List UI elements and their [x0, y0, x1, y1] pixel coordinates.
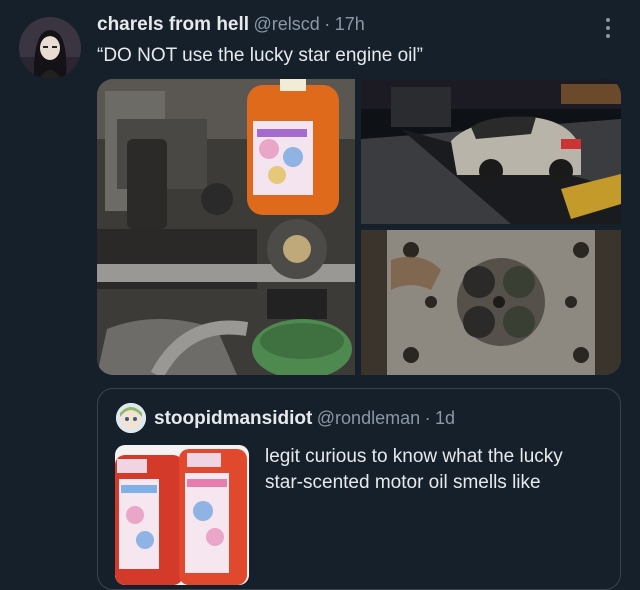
more-icon[interactable]	[598, 18, 618, 42]
quoted-media-oil-bottles-photo[interactable]	[115, 445, 249, 585]
media-grid	[97, 79, 621, 375]
quoted-tweet-header: stoopidmansidiot @rondleman · 1d	[154, 408, 455, 430]
quoted-tweet-text: legit curious to know what the lucky sta…	[265, 446, 563, 493]
quoted-tweet-time[interactable]: 1d	[435, 408, 455, 428]
tweet-time[interactable]: 17h	[335, 14, 365, 34]
tweet[interactable]: charels from hell @relscd · 17h “DO NOT …	[0, 0, 640, 590]
quoted-author-handle[interactable]: @rondleman	[317, 408, 420, 428]
separator-dot: ·	[324, 14, 331, 34]
quoted-author-name[interactable]: stoopidmansidiot	[154, 408, 312, 429]
author-name[interactable]: charels from hell	[97, 14, 249, 35]
media-engine-bay-photo[interactable]	[97, 79, 355, 375]
media-tow-truck-photo[interactable]	[361, 79, 621, 224]
tweet-text: “DO NOT use the lucky star engine oil”	[97, 45, 423, 66]
quoted-separator-dot: ·	[424, 408, 431, 428]
author-handle[interactable]: @relscd	[254, 14, 320, 34]
quoted-tweet[interactable]: stoopidmansidiot @rondleman · 1d legit c…	[97, 388, 621, 590]
media-cylinder-head-photo[interactable]	[361, 230, 621, 375]
quoted-author-avatar[interactable]	[116, 403, 146, 433]
author-avatar[interactable]	[19, 17, 81, 79]
tweet-header: charels from hell @relscd · 17h	[97, 14, 365, 36]
